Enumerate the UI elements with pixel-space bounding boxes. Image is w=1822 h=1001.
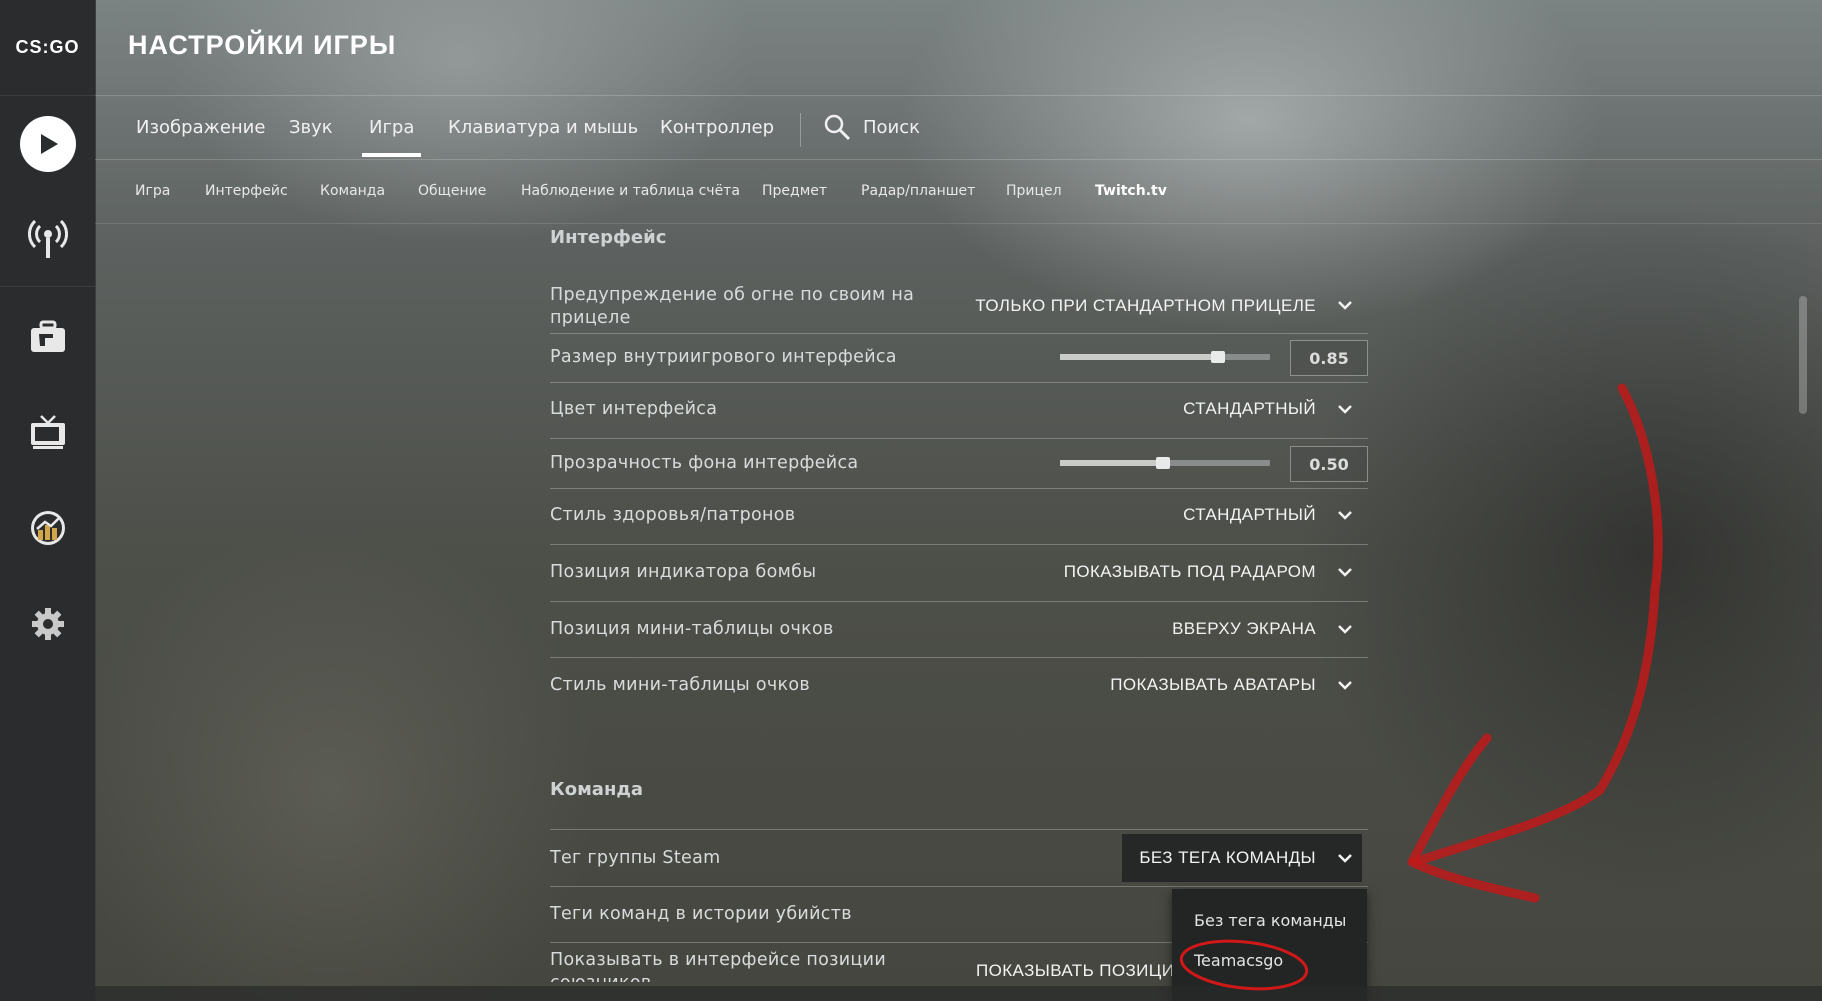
play-icon [19,116,76,172]
tab-game[interactable]: Игра [361,117,422,157]
setting-row-hud-scale: Размер внутриигрового интерфейса 0.85 [550,333,1368,383]
setting-row-friendly-fire-warning[interactable]: Предупреждение об огне по своим на прице… [550,278,1368,334]
subtab-item[interactable]: Предмет [762,183,827,199]
broadcast-button[interactable] [0,198,95,278]
setting-label: Показывать в интерфейсе позиции союзнико… [550,950,886,982]
dropdown-value[interactable]: ВВЕРХУ ЭКРАНА [1172,619,1316,639]
subtab-twitch[interactable]: Twitch.tv [1095,183,1167,199]
slider-knob[interactable] [1211,351,1225,363]
tv-icon [30,415,65,449]
dropdown-value[interactable]: СТАНДАРТНЫЙ [1183,399,1316,419]
setting-label: Стиль мини-таблицы очков [550,675,810,695]
setting-row-bomb-indicator[interactable]: Позиция индикатора бомбы ПОКАЗЫВАТЬ ПОД … [550,544,1368,602]
subtab-game[interactable]: Игра [135,183,170,199]
rail-divider [0,286,95,287]
tab-image[interactable]: Изображение [136,117,265,138]
dropdown-value[interactable]: БЕЗ ТЕГА КОМАНДЫ [1139,848,1316,868]
tab-keyboard-mouse[interactable]: Клавиатура и мышь [448,117,638,138]
header: НАСТРОЙКИ ИГРЫ [95,0,1822,96]
setting-label: Цвет интерфейса [550,399,718,419]
chevron-down-icon[interactable] [1337,300,1353,310]
sub-tabs: Игра Интерфейс Команда Общение Наблюдени… [95,159,1822,224]
team-tag-dropdown-menu: Без тега команды Teamacsgo [1172,889,1367,1001]
slider-fill [1060,460,1163,466]
setting-row-steam-group-tag[interactable]: Тег группы Steam БЕЗ ТЕГА КОМАНДЫ [550,830,1368,887]
dropdown-option-teamacsgo[interactable]: Teamacsgo [1194,951,1283,970]
broadcast-icon [27,219,68,258]
subtab-crosshair[interactable]: Прицел [1006,183,1062,199]
tab-separator [800,113,801,147]
chevron-down-icon[interactable] [1337,624,1353,634]
main-tabs: Изображение Звук Игра Клавиатура и мышь … [95,95,1822,160]
hud-scale-slider[interactable] [1060,351,1270,363]
chevron-down-icon[interactable] [1337,853,1353,863]
setting-label: Позиция индикатора бомбы [550,562,817,582]
left-rail: CS:GO [0,0,96,1001]
dropdown-value[interactable]: ТОЛЬКО ПРИ СТАНДАРТНОМ ПРИЦЕЛЕ [975,296,1316,316]
setting-row-hud-background-alpha: Прозрачность фона интерфейса 0.50 [550,438,1368,489]
setting-label: Стиль здоровья/патронов [550,505,796,525]
dropdown-option-no-tag[interactable]: Без тега команды [1194,911,1346,930]
chevron-down-icon[interactable] [1337,567,1353,577]
dropdown-value[interactable]: ПОКАЗЫВАТЬ ПОЗИЦИИ [976,961,1187,981]
hud-scale-input[interactable]: 0.85 [1290,340,1368,376]
csgo-logo[interactable]: CS:GO [0,0,95,96]
subtab-team[interactable]: Команда [320,183,385,199]
chevron-down-icon[interactable] [1337,680,1353,690]
setting-row-mini-scoreboard-position[interactable]: Позиция мини-таблицы очков ВВЕРХУ ЭКРАНА [550,601,1368,658]
setting-label: Размер внутриигрового интерфейса [550,347,897,367]
dropdown-value[interactable]: ПОКАЗЫВАТЬ ПОД РАДАРОМ [1064,562,1316,582]
bottom-bar [95,986,1822,1001]
setting-row-health-ammo-style[interactable]: Стиль здоровья/патронов СТАНДАРТНЫЙ [550,488,1368,545]
subtab-communication[interactable]: Общение [418,183,486,199]
chevron-down-icon[interactable] [1337,510,1353,520]
setting-label: Прозрачность фона интерфейса [550,453,859,473]
settings-button[interactable] [0,584,95,664]
hud-alpha-slider[interactable] [1060,457,1270,469]
stats-button[interactable] [0,488,95,568]
search-icon [824,114,851,141]
inventory-button[interactable] [0,297,95,377]
watch-button[interactable] [0,392,95,472]
section-title-team: Команда [550,779,644,800]
slider-fill [1060,354,1218,360]
annotation-arrow-head [1407,733,1540,903]
hud-alpha-input[interactable]: 0.50 [1290,446,1368,482]
slider-knob[interactable] [1156,457,1170,469]
setting-label: Предупреждение об огне по своим на прице… [550,285,915,328]
search-button[interactable]: Поиск [823,113,920,141]
setting-row-hud-color[interactable]: Цвет интерфейса СТАНДАРТНЫЙ [550,382,1368,439]
briefcase-icon [30,320,65,352]
scrollbar[interactable] [1799,296,1807,414]
setting-label: Теги команд в истории убийств [550,904,852,924]
dropdown-value[interactable]: ПОКАЗЫВАТЬ АВАТАРЫ [1110,675,1316,695]
dropdown-value[interactable]: СТАНДАРТНЫЙ [1183,505,1316,525]
tab-controller[interactable]: Контроллер [660,117,774,138]
setting-label: Позиция мини-таблицы очков [550,619,834,639]
page-title: НАСТРОЙКИ ИГРЫ [128,30,397,60]
gear-icon [31,608,64,640]
subtab-radar-tablet[interactable]: Радар/планшет [861,183,975,199]
chevron-down-icon[interactable] [1337,404,1353,414]
subtab-interface[interactable]: Интерфейс [205,183,288,199]
section-title-interface: Интерфейс [550,227,667,248]
setting-row-mini-scoreboard-style[interactable]: Стиль мини-таблицы очков ПОКАЗЫВАТЬ АВАТ… [550,657,1368,713]
tab-sound[interactable]: Звук [289,117,333,138]
stats-icon [30,511,65,545]
subtab-spectating-scoreboard[interactable]: Наблюдение и таблица счёта [521,183,740,199]
annotation-arrow-shaft [1410,383,1663,867]
play-button[interactable] [0,104,95,184]
search-label: Поиск [863,116,921,138]
setting-label: Тег группы Steam [550,848,721,868]
